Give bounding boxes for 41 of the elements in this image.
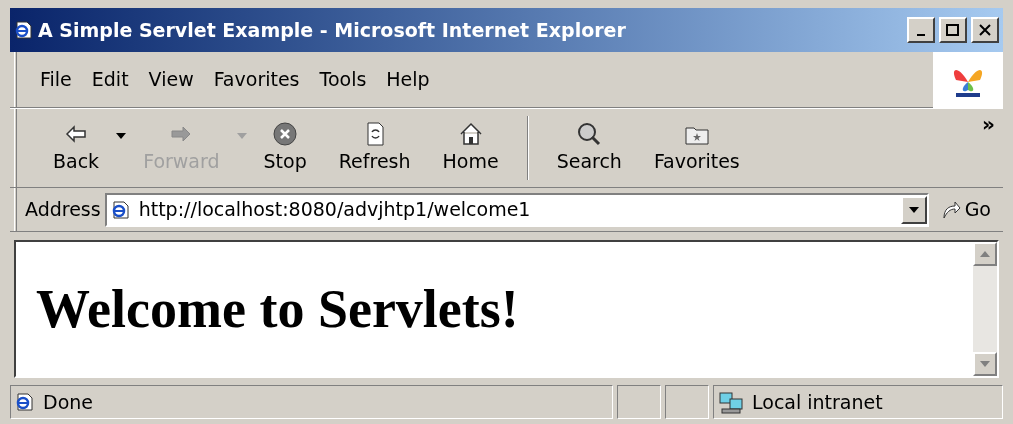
zone-panel: Local intranet [713, 385, 1003, 419]
menu-item[interactable]: File [33, 65, 79, 94]
page-icon [110, 199, 131, 220]
go-button[interactable]: Go [928, 195, 1003, 224]
scroll-down-icon[interactable] [980, 361, 990, 367]
status-panel [665, 385, 709, 419]
menu-item[interactable]: Help [379, 65, 437, 94]
network-icon [718, 389, 744, 415]
menu-item[interactable]: Edit [84, 65, 136, 94]
address-label: Address [24, 197, 102, 223]
dropdown-button[interactable] [900, 195, 927, 224]
search-icon [576, 120, 603, 147]
toolbar-button[interactable]: Back [37, 120, 116, 176]
status-panel: Done [10, 385, 613, 419]
page-icon [15, 392, 35, 412]
caret-icon[interactable] [115, 132, 128, 140]
scrollbar[interactable] [973, 242, 997, 376]
menu-item[interactable]: Tools [312, 65, 374, 94]
maximize-button[interactable] [939, 17, 967, 43]
maximize-icon [946, 24, 960, 36]
caret-icon [908, 206, 919, 213]
status-panel [617, 385, 661, 419]
toolbar-button[interactable]: Stop [247, 120, 323, 176]
go-arrow-icon [940, 199, 961, 220]
toolbar-button[interactable]: Refresh [322, 120, 427, 176]
stop-icon [272, 120, 299, 147]
scroll-up-icon[interactable] [980, 251, 990, 257]
toolbar-button[interactable]: Favorites [637, 120, 756, 176]
page-heading: Welcome to Servlets! [36, 282, 519, 336]
menu-item[interactable]: Favorites [206, 65, 307, 94]
minimize-icon [917, 34, 925, 36]
toolbar-button[interactable]: Search [540, 120, 638, 176]
address-field[interactable]: http://localhost:8080/advjhtp1/welcome1 [104, 192, 929, 227]
toolbar-overflow[interactable]: » [982, 109, 1003, 139]
toolbar-button[interactable]: Home [426, 120, 515, 176]
minimize-button[interactable] [907, 17, 935, 43]
close-icon [978, 24, 992, 36]
browser-logo-icon [14, 20, 34, 40]
window-title: A Simple Servlet Example - Microsoft Internet Explorer [38, 17, 627, 43]
close-button[interactable] [971, 17, 999, 43]
menu-item[interactable]: View [141, 65, 201, 94]
